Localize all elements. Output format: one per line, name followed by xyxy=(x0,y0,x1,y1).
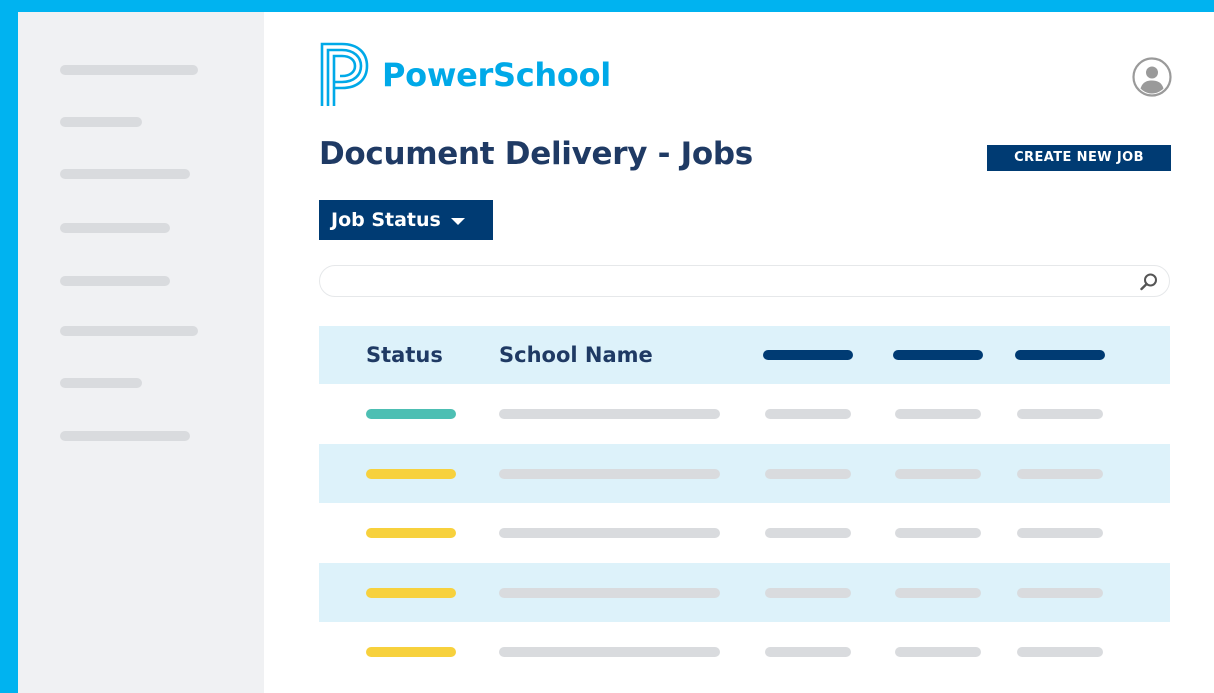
status-indicator xyxy=(366,528,456,538)
school-name-cell xyxy=(499,528,720,538)
user-avatar-icon[interactable] xyxy=(1132,57,1172,97)
status-indicator xyxy=(366,647,456,657)
sidebar-item-6[interactable] xyxy=(60,326,198,336)
column-5-cell xyxy=(1017,409,1103,419)
caret-down-icon xyxy=(450,218,465,225)
column-5-cell xyxy=(1017,468,1103,479)
column-header-status[interactable]: Status xyxy=(366,326,443,384)
sidebar-item-1[interactable] xyxy=(60,65,198,75)
search-bar xyxy=(319,265,1170,297)
column-3-cell xyxy=(765,647,851,657)
search-icon[interactable] xyxy=(1139,272,1159,292)
app-window: PowerSchool Document Delivery - Jobs CRE… xyxy=(18,12,1214,693)
column-5-cell xyxy=(1017,587,1103,598)
sidebar-item-2[interactable] xyxy=(60,117,142,127)
column-5-cell xyxy=(1017,647,1103,657)
column-5-cell xyxy=(1017,528,1103,538)
search-input[interactable] xyxy=(336,270,1130,294)
sidebar xyxy=(18,12,264,693)
jobs-table: Status School Name xyxy=(319,326,1170,682)
school-name-cell xyxy=(499,587,720,598)
column-4-cell xyxy=(895,647,981,657)
column-4-cell xyxy=(895,528,981,538)
table-row[interactable] xyxy=(319,622,1170,682)
sidebar-item-3[interactable] xyxy=(60,169,190,179)
status-indicator xyxy=(366,587,456,598)
column-3-cell xyxy=(765,409,851,419)
column-header-4[interactable] xyxy=(893,350,983,360)
page-title: Document Delivery - Jobs xyxy=(319,136,753,172)
sidebar-item-7[interactable] xyxy=(60,378,142,388)
status-indicator xyxy=(366,468,456,479)
column-4-cell xyxy=(895,409,981,419)
column-header-5[interactable] xyxy=(1015,350,1105,360)
table-row[interactable] xyxy=(319,443,1170,503)
table-row[interactable] xyxy=(319,503,1170,563)
table-row[interactable] xyxy=(319,384,1170,444)
column-header-3[interactable] xyxy=(763,350,853,360)
column-4-cell xyxy=(895,468,981,479)
table-body xyxy=(319,384,1170,682)
column-3-cell xyxy=(765,468,851,479)
brand-name: PowerSchool xyxy=(382,56,611,94)
create-new-job-button[interactable]: CREATE NEW JOB xyxy=(987,145,1171,171)
table-header: Status School Name xyxy=(319,326,1170,384)
sidebar-item-5[interactable] xyxy=(60,276,170,286)
status-indicator xyxy=(366,409,456,419)
column-3-cell xyxy=(765,528,851,538)
column-4-cell xyxy=(895,587,981,598)
school-name-cell xyxy=(499,647,720,657)
column-header-school-name[interactable]: School Name xyxy=(499,326,653,384)
table-row[interactable] xyxy=(319,562,1170,622)
school-name-cell xyxy=(499,468,720,479)
column-3-cell xyxy=(765,587,851,598)
sidebar-item-4[interactable] xyxy=(60,223,170,233)
school-name-cell xyxy=(499,409,720,419)
job-status-dropdown[interactable]: Job Status xyxy=(319,200,493,240)
brand-logo[interactable]: PowerSchool xyxy=(320,42,611,108)
powerschool-p-icon xyxy=(320,42,369,106)
job-status-label: Job Status xyxy=(331,209,441,231)
sidebar-item-8[interactable] xyxy=(60,431,190,441)
